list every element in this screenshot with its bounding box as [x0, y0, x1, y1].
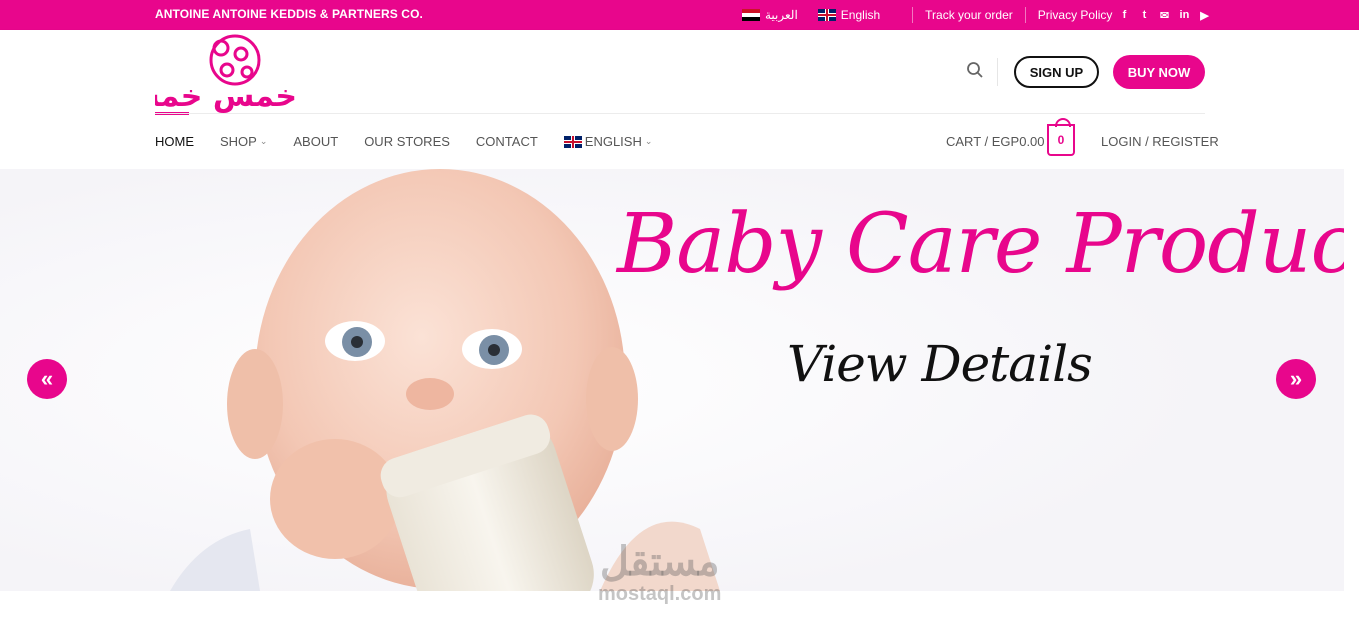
divider	[1024, 7, 1026, 23]
linkedin-icon[interactable]: in	[1178, 9, 1190, 21]
cart-count: 0	[1057, 133, 1065, 147]
buy-now-button[interactable]: BUY NOW	[1113, 55, 1205, 89]
company-name: ANTOINE ANTOINE KEDDIS & PARTNERS CO.	[155, 7, 423, 21]
nav-item-label: ENGLISH	[584, 134, 642, 149]
watermark-arabic: مستقل	[599, 540, 720, 584]
uk-flag-icon	[563, 135, 582, 148]
privacy-policy-link[interactable]: Privacy Policy	[1038, 8, 1113, 22]
lang-arabic-link[interactable]: العربية	[742, 8, 798, 22]
youtube-icon[interactable]: ▶	[1198, 9, 1210, 22]
nav-item-about[interactable]: ABOUT	[293, 134, 338, 149]
site-logo[interactable]: خمس خمسات	[155, 32, 300, 116]
nav-item-shop[interactable]: SHOP ⌄	[220, 134, 267, 149]
search-icon[interactable]	[966, 61, 984, 79]
logo-text: خمس خمسات	[155, 79, 297, 114]
divider	[997, 58, 998, 86]
divider	[912, 7, 914, 23]
watermark-latin: mostaql.com	[598, 583, 722, 605]
main-nav: HOME SHOP ⌄ ABOUT OUR STORES CONTACT ENG…	[155, 134, 678, 149]
cart-bag-icon[interactable]: 0	[1047, 118, 1075, 156]
nav-item-label: HOME	[155, 134, 194, 149]
cart-link[interactable]: CART / EGP0.00	[946, 134, 1045, 149]
top-links: العربية English Track your order Privacy…	[742, 0, 1210, 30]
nav-item-our-stores[interactable]: OUR STORES	[364, 134, 450, 149]
chevron-down-icon: ⌄	[259, 136, 268, 146]
nav-item-label: CONTACT	[475, 134, 538, 149]
chevron-left-icon: «	[40, 366, 54, 391]
divider	[155, 113, 1205, 114]
hero-view-details-link[interactable]: View Details	[787, 335, 1093, 393]
lang-english-link[interactable]: English	[817, 8, 881, 22]
top-bar: ANTOINE ANTOINE KEDDIS & PARTNERS CO. ال…	[0, 0, 1359, 30]
nav-item-label: ABOUT	[293, 134, 339, 149]
facebook-icon[interactable]: f	[1118, 9, 1130, 21]
site-header: خمس خمسات SIGN UP BUY NOW HOME SHOP ⌄ AB…	[0, 30, 1359, 169]
nav-item-label: SHOP	[220, 134, 257, 149]
uk-flag-icon	[817, 9, 836, 21]
hero-slider: Baby Care Product View Details « »	[0, 169, 1344, 591]
login-register-link[interactable]: LOGIN / REGISTER	[1101, 134, 1219, 149]
lang-english-label: English	[840, 8, 881, 22]
hero-title[interactable]: Baby Care Product	[617, 197, 1344, 292]
lang-arabic-label: العربية	[765, 8, 798, 22]
scrollbar[interactable]	[1344, 169, 1359, 591]
chevron-right-icon: »	[1289, 366, 1303, 391]
prev-slide-button[interactable]: «	[27, 359, 67, 399]
track-order-link[interactable]: Track your order	[925, 8, 1013, 22]
twitter-icon[interactable]: t	[1138, 9, 1150, 21]
nav-item-home[interactable]: HOME	[155, 134, 194, 149]
signup-button[interactable]: SIGN UP	[1014, 56, 1099, 88]
email-icon[interactable]: ✉	[1158, 9, 1170, 22]
egypt-flag-icon	[742, 9, 760, 21]
chevron-down-icon: ⌄	[644, 136, 653, 146]
nav-item-language[interactable]: ENGLISH ⌄	[563, 134, 653, 149]
next-slide-button[interactable]: »	[1276, 359, 1316, 399]
social-links: f t ✉ in ▶	[1118, 9, 1210, 22]
nav-item-label: OUR STORES	[364, 134, 450, 149]
nav-item-contact[interactable]: CONTACT	[476, 134, 538, 149]
watermark: مستقل mostaql.com	[598, 540, 721, 604]
